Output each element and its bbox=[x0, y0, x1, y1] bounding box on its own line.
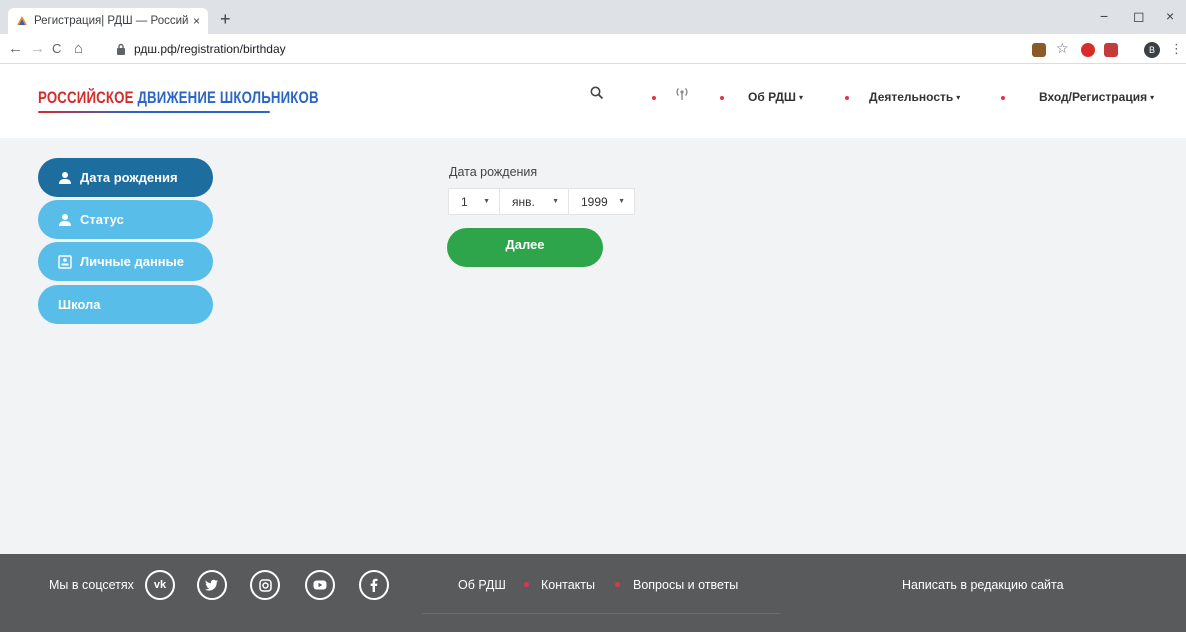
chevron-down-icon: ▾ bbox=[1150, 93, 1155, 102]
chevron-down-icon: ▾ bbox=[956, 93, 961, 102]
window-minimize-button[interactable]: − bbox=[1100, 8, 1108, 24]
tab-title: Регистрация| РДШ — Российск bbox=[34, 15, 189, 27]
youtube-icon[interactable] bbox=[305, 570, 335, 600]
month-value: янв. bbox=[512, 194, 535, 209]
sidebar-item-school[interactable]: Школа bbox=[38, 285, 213, 324]
sidebar-item-label: Статус bbox=[80, 212, 124, 227]
month-select[interactable]: янв. ▼ bbox=[499, 188, 569, 215]
forward-button[interactable]: → bbox=[30, 39, 45, 59]
nav-about[interactable]: Об РДШ ▾ bbox=[748, 90, 803, 104]
next-button[interactable]: Далее bbox=[447, 228, 603, 267]
chevron-down-icon: ▼ bbox=[552, 198, 559, 205]
new-tab-button[interactable]: + bbox=[220, 10, 231, 28]
instagram-icon[interactable] bbox=[250, 570, 280, 600]
twitter-icon[interactable] bbox=[197, 570, 227, 600]
nav-about-label: Об РДШ bbox=[748, 90, 796, 104]
year-select[interactable]: 1999 ▼ bbox=[568, 188, 635, 215]
logo-underline bbox=[38, 111, 270, 113]
sidebar-item-label: Личные данные bbox=[80, 254, 184, 269]
site-footer: Мы в соцсетях vk Об РДШ Контакты Вопросы… bbox=[0, 554, 1186, 632]
facebook-icon[interactable] bbox=[359, 570, 389, 600]
footer-separator-dot bbox=[524, 582, 529, 587]
extension-icon[interactable] bbox=[1032, 43, 1046, 57]
birthdate-label: Дата рождения bbox=[449, 165, 538, 179]
day-value: 1 bbox=[461, 194, 468, 209]
browser-tab[interactable]: Регистрация| РДШ — Российск × bbox=[8, 8, 208, 34]
opera-extension-icon[interactable] bbox=[1081, 43, 1095, 57]
nav-separator-dot bbox=[1001, 96, 1005, 100]
broadcast-icon[interactable] bbox=[675, 86, 689, 107]
browser-toolbar: ← → C ⌂ рдш.рф/registration/birthday ☆ В… bbox=[0, 34, 1186, 64]
window-close-button[interactable]: × bbox=[1166, 8, 1174, 24]
logo-word-3: ШКОЛЬНИКОВ bbox=[219, 88, 319, 107]
site-logo[interactable]: РОССИЙСКОЕ ДВИЖЕНИЕ ШКОЛЬНИКОВ bbox=[38, 88, 319, 108]
address-bar[interactable]: рдш.рф/registration/birthday bbox=[116, 38, 1176, 60]
lock-icon bbox=[116, 43, 126, 55]
footer-link-write-editor[interactable]: Написать в редакцию сайта bbox=[902, 578, 1064, 592]
day-select[interactable]: 1 ▼ bbox=[448, 188, 500, 215]
browser-tabstrip: Регистрация| РДШ — Российск × + − ◻ × bbox=[0, 0, 1186, 34]
footer-link-faq[interactable]: Вопросы и ответы bbox=[633, 578, 738, 592]
chevron-down-icon: ▼ bbox=[618, 198, 625, 205]
user-icon bbox=[58, 213, 72, 227]
site-header: РОССИЙСКОЕ ДВИЖЕНИЕ ШКОЛЬНИКОВ Об РДШ ▾ Д… bbox=[0, 64, 1186, 138]
footer-divider bbox=[422, 613, 780, 614]
sidebar-item-label: Школа bbox=[58, 297, 101, 312]
nav-login-label: Вход/Регистрация bbox=[1039, 90, 1148, 104]
home-button[interactable]: ⌂ bbox=[74, 39, 83, 59]
logo-word-1: РОССИЙСКОЕ bbox=[38, 88, 134, 107]
chevron-down-icon: ▼ bbox=[483, 198, 490, 205]
logo-word-2: ДВИЖЕНИЕ bbox=[137, 88, 217, 107]
site-favicon-icon bbox=[16, 15, 28, 27]
sidebar-item-label: Дата рождения bbox=[80, 170, 178, 185]
nav-activity[interactable]: Деятельность ▾ bbox=[869, 90, 960, 104]
browser-menu-icon[interactable]: ⋮ bbox=[1170, 39, 1183, 59]
tab-close-icon[interactable]: × bbox=[193, 14, 200, 28]
sidebar-item-personal-data[interactable]: Личные данные bbox=[38, 242, 213, 281]
search-icon[interactable] bbox=[590, 86, 604, 105]
profile-avatar[interactable]: В bbox=[1144, 42, 1160, 58]
reload-button[interactable]: C bbox=[52, 39, 61, 59]
window-restore-button[interactable]: ◻ bbox=[1133, 8, 1145, 25]
url-text: рдш.рф/registration/birthday bbox=[134, 42, 286, 56]
vk-icon[interactable]: vk bbox=[145, 570, 175, 600]
user-icon bbox=[58, 171, 72, 185]
nav-separator-dot bbox=[720, 96, 724, 100]
nav-separator-dot bbox=[652, 96, 656, 100]
footer-separator-dot bbox=[615, 582, 620, 587]
pdf-extension-icon[interactable] bbox=[1104, 43, 1118, 57]
footer-link-about[interactable]: Об РДШ bbox=[458, 578, 506, 592]
nav-activity-label: Деятельность bbox=[869, 90, 954, 104]
id-card-icon bbox=[58, 254, 72, 269]
bookmark-star-icon[interactable]: ☆ bbox=[1056, 40, 1070, 56]
social-label: Мы в соцсетях bbox=[49, 578, 134, 592]
nav-separator-dot bbox=[845, 96, 849, 100]
nav-login[interactable]: Вход/Регистрация ▾ bbox=[1039, 90, 1154, 104]
footer-link-contacts[interactable]: Контакты bbox=[541, 578, 595, 592]
year-value: 1999 bbox=[581, 194, 608, 209]
sidebar-item-birthday[interactable]: Дата рождения bbox=[38, 158, 213, 197]
chevron-down-icon: ▾ bbox=[798, 93, 803, 102]
sidebar-item-status[interactable]: Статус bbox=[38, 200, 213, 239]
back-button[interactable]: ← bbox=[8, 39, 23, 59]
